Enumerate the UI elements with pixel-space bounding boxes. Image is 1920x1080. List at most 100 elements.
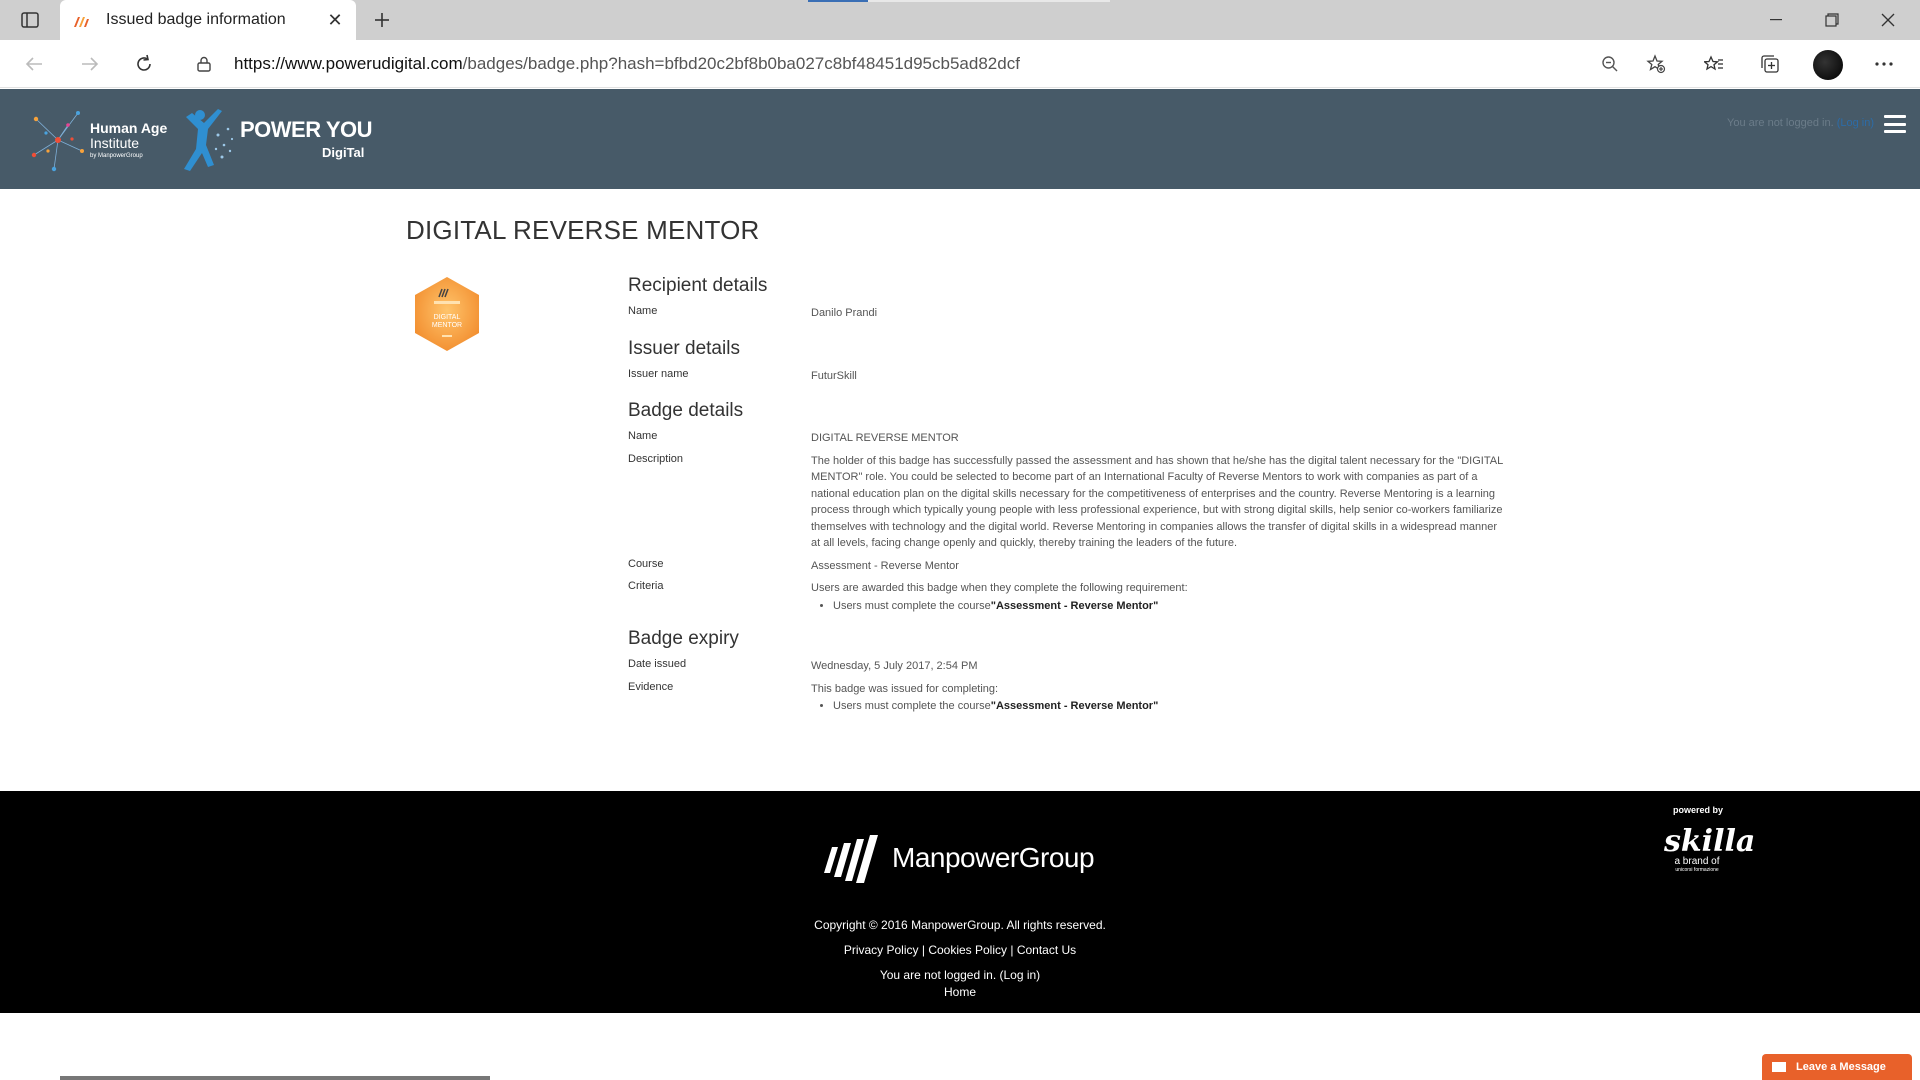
skilla-logo-text: skilla [1664, 824, 1756, 859]
minimize-button[interactable] [1748, 0, 1804, 40]
reload-button[interactable] [128, 50, 160, 78]
badge-details-heading: Badge details [628, 400, 744, 421]
badge-description-label: Description [628, 452, 684, 465]
skilla-logo-sub2: unicorsi formazione [1675, 867, 1719, 873]
hai-logo-line1: Human Age [90, 120, 168, 136]
evidence-item-course: "Assessment - Reverse Mentor" [990, 700, 1159, 712]
favorites-icon[interactable] [1698, 50, 1730, 78]
badge-name-label: Name [628, 430, 658, 442]
contact-us-link[interactable]: Contact Us [1017, 943, 1076, 957]
tab-active[interactable]: Issued badge information ✕ [60, 0, 356, 40]
leave-message-button[interactable]: Leave a Message [1762, 1054, 1912, 1080]
date-issued-row: Date issued Wednesday, 5 July 2017, 2:54… [628, 658, 1508, 675]
human-age-institute-logo[interactable]: Human Age Institute by ManpowerGroup [28, 105, 168, 175]
forward-button[interactable] [74, 50, 106, 78]
footer-separator-2: | [1007, 943, 1017, 957]
badge-image: DIGITAL MENTOR [415, 277, 479, 351]
menu-hamburger-icon[interactable] [1884, 115, 1906, 133]
main-content: DIGITAL REVERSE MENTOR DIGITAL MENTOR Re… [0, 189, 1920, 791]
login-status-text: You are not logged in. [1727, 117, 1834, 129]
hai-logo-text: Human Age Institute [90, 121, 167, 151]
recipient-name-row: Name Danilo Prandi [628, 305, 1508, 322]
criteria-item-prefix: Users must complete the course [833, 599, 991, 612]
skilla-logo[interactable]: skilla a brand of unicorsi formazione [1664, 824, 1756, 874]
badge-course-row: Course Assessment - Reverse Mentor [628, 558, 1508, 575]
page-title: DIGITAL REVERSE MENTOR [406, 215, 760, 245]
issuer-name-value: FuturSkill [811, 369, 857, 382]
url-host: https://www.powerudigital.com [234, 54, 463, 73]
date-issued-label: Date issued [628, 658, 687, 670]
loading-progress [808, 0, 868, 2]
close-window-button[interactable] [1860, 0, 1916, 40]
footer-login-info: You are not logged in. (Log in) [0, 968, 1920, 982]
hai-logo-line2: Institute [90, 135, 140, 151]
evidence-intro: This badge was issued for completing: [811, 682, 999, 695]
address-bar: https://www.powerudigital.com/badges/bad… [0, 40, 1920, 88]
url-field[interactable]: https://www.powerudigital.com/badges/bad… [180, 46, 1680, 82]
lock-icon[interactable] [194, 54, 214, 74]
hai-logo-sub: by ManpowerGroup [90, 153, 143, 159]
header-login-link[interactable]: (Log in) [1837, 117, 1874, 129]
badge-description-value: The holder of this badge has successfull… [811, 454, 1503, 550]
horizontal-scrollbar[interactable] [60, 1076, 490, 1080]
powered-by-label: powered by [1672, 805, 1723, 815]
profile-avatar[interactable] [1813, 50, 1843, 80]
power-you-text: POWER YOU [240, 117, 373, 142]
badge-course-label: Course [628, 557, 664, 570]
tab-actions-icon[interactable] [12, 8, 48, 32]
manpowergroup-logo[interactable]: ManpowerGroup [822, 833, 1095, 883]
restore-button[interactable] [1804, 0, 1860, 40]
site-favicon-icon [74, 17, 89, 27]
envelope-icon [1772, 1062, 1786, 1072]
issuer-name-label: Issuer name [628, 367, 689, 380]
criteria-item-course: "Assessment - Reverse Mentor" [990, 599, 1159, 612]
manpowergroup-stripes-icon [824, 835, 878, 883]
footer-separator: | [918, 943, 929, 957]
tab-close-icon[interactable]: ✕ [326, 10, 344, 31]
loading-progress-track [868, 0, 1110, 2]
recipient-name-value: Danilo Prandi [811, 307, 878, 319]
badge-course-value: Assessment - Reverse Mentor [811, 559, 959, 572]
collections-icon[interactable] [1754, 50, 1786, 78]
badge-criteria-row: Criteria Users are awarded this badge wh… [628, 580, 1508, 614]
badge-name-row: Name DIGITAL REVERSE MENTOR [628, 430, 1508, 447]
site-footer: ManpowerGroup Copyright © 2016 ManpowerG… [0, 791, 1920, 1013]
cookies-policy-link[interactable]: Cookies Policy [928, 943, 1007, 957]
manpowergroup-text: ManpowerGroup [892, 842, 1095, 873]
issuer-heading: Issuer details [628, 337, 740, 359]
new-tab-button[interactable] [368, 6, 396, 34]
badge-expiry-heading: Badge expiry [628, 628, 739, 649]
url-text: https://www.powerudigital.com/badges/bad… [234, 54, 1020, 74]
recipient-name-label: Name [628, 305, 658, 317]
criteria-list: Users must complete the course"Assessmen… [833, 598, 1508, 615]
badge-image-label-2: MENTOR [432, 322, 462, 329]
back-button[interactable] [18, 50, 50, 78]
add-favorite-icon[interactable] [1640, 50, 1672, 78]
badge-details-panel: Recipient details Name Danilo Prandi Iss… [628, 269, 1508, 721]
evidence-list: Users must complete the course"Assessmen… [833, 698, 1508, 715]
footer-links: Privacy Policy | Cookies Policy | Contac… [0, 943, 1920, 957]
power-you-digital-logo[interactable]: POWER YOU DigiTal [178, 105, 378, 175]
login-info: You are not logged in. (Log in) [1727, 117, 1874, 129]
evidence-item: Users must complete the course"Assessmen… [833, 698, 1508, 715]
criteria-item: Users must complete the course"Assessmen… [833, 598, 1508, 615]
evidence-label: Evidence [628, 680, 674, 693]
evidence-item-prefix: Users must complete the course [833, 700, 991, 712]
evidence-row: Evidence This badge was issued for compl… [628, 681, 1508, 715]
badge-criteria-label: Criteria [628, 580, 664, 592]
privacy-policy-link[interactable]: Privacy Policy [844, 943, 919, 957]
footer-login-link[interactable]: (Log in) [999, 968, 1040, 982]
footer-copyright: Copyright © 2016 ManpowerGroup. All righ… [814, 918, 1106, 932]
browser-tab-bar: Issued badge information ✕ [0, 0, 1920, 40]
date-issued-value: Wednesday, 5 July 2017, 2:54 PM [811, 660, 978, 672]
jumping-person-logo-icon [184, 109, 234, 171]
criteria-intro: Users are awarded this badge when they c… [811, 582, 1188, 594]
leave-message-label: Leave a Message [1796, 1061, 1886, 1073]
site-header: Human Age Institute by ManpowerGroup POWE… [0, 89, 1920, 189]
zoom-icon[interactable] [1594, 50, 1626, 78]
tab-title: Issued badge information [106, 11, 286, 28]
more-options-icon[interactable] [1868, 50, 1900, 78]
footer-home-link[interactable]: Home [0, 985, 1920, 999]
footer-login-status: You are not logged in. [879, 968, 1000, 982]
badge-name-value: DIGITAL REVERSE MENTOR [811, 432, 959, 444]
